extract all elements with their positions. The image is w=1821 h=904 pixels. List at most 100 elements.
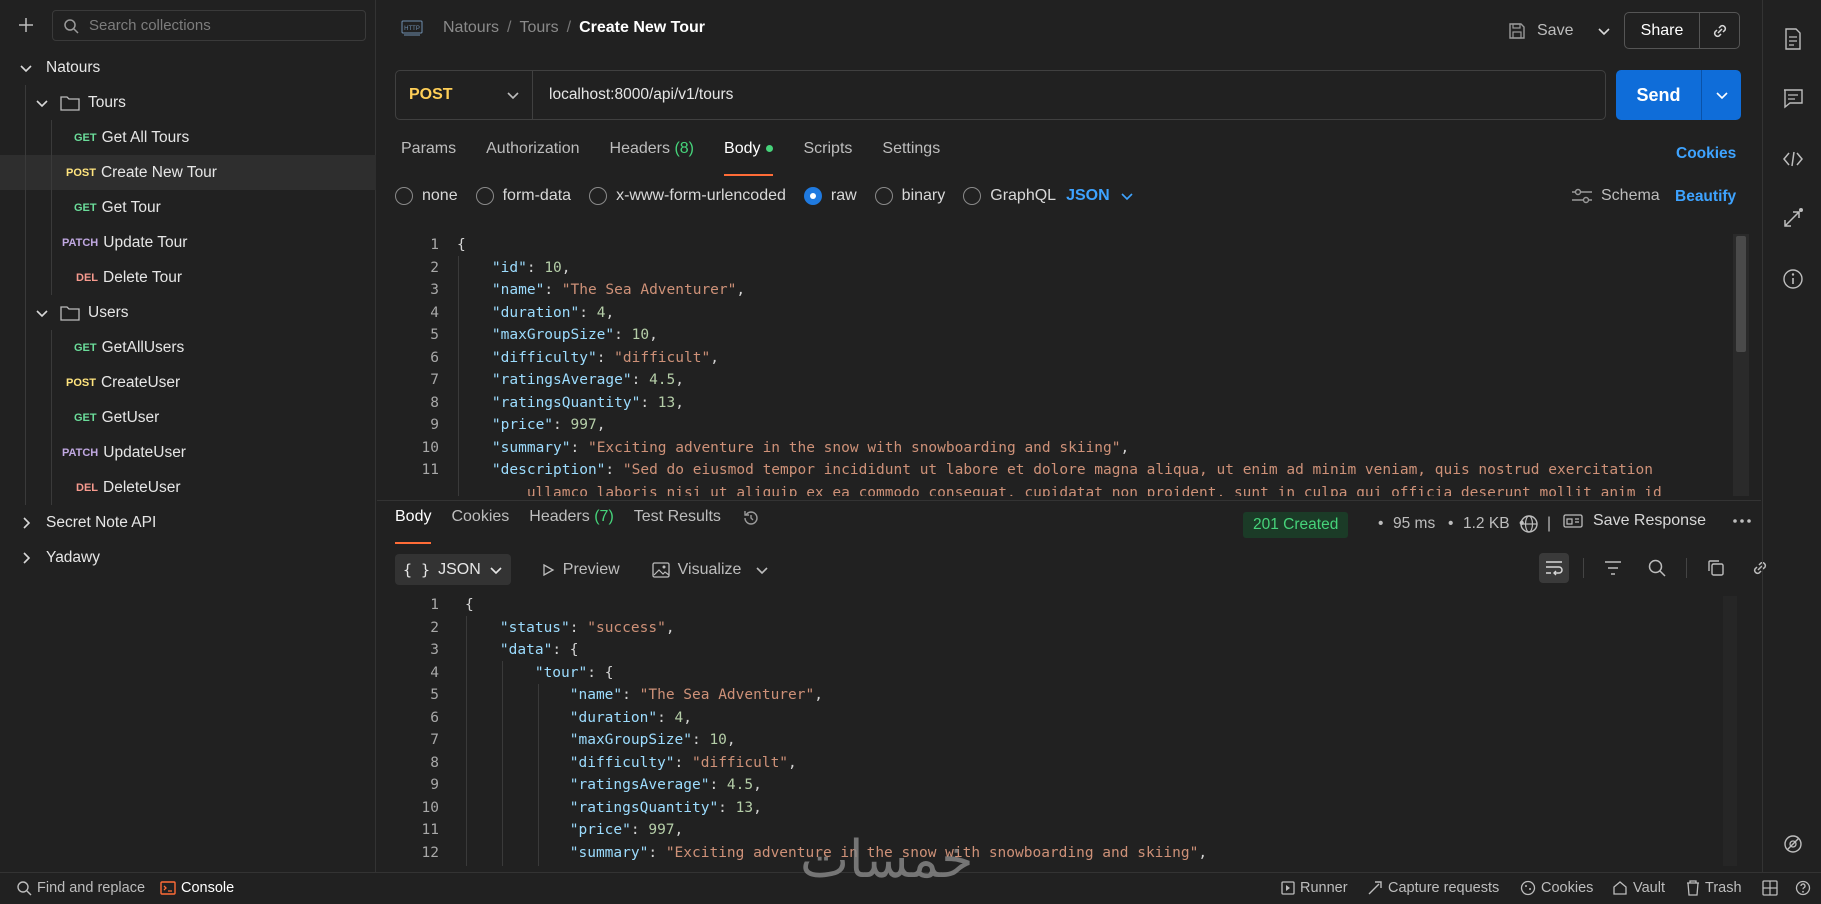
chevron[interactable] [18, 550, 34, 566]
request-item[interactable]: DEL Delete Tour [0, 260, 376, 295]
body-mode-form-data[interactable]: form-data [475, 187, 571, 205]
radio[interactable] [963, 187, 982, 205]
braces-icon: { } [403, 560, 431, 579]
schema-button[interactable]: Schema [1571, 187, 1660, 205]
find-replace-button[interactable]: Find and replace [16, 880, 145, 896]
filter-button[interactable] [1598, 553, 1628, 583]
chevron[interactable] [34, 95, 50, 111]
body-mode-raw[interactable]: raw [803, 187, 857, 205]
layout-button[interactable] [1762, 880, 1778, 896]
request-item[interactable]: PATCH Update Tour [0, 225, 376, 260]
visualize-button[interactable]: Visualize [652, 561, 741, 579]
code-token: , [665, 619, 675, 636]
request-title[interactable]: Create New Tour [579, 19, 705, 37]
collection-item[interactable]: Yadawy [0, 540, 376, 575]
chevron-down-icon[interactable] [755, 563, 769, 577]
response-scrollbar[interactable] [1723, 596, 1737, 866]
breadcrumb-collection[interactable]: Natours [443, 19, 499, 37]
request-item[interactable]: PATCH UpdateUser [0, 435, 376, 470]
more-icon[interactable] [1732, 518, 1752, 524]
wrap-lines-button[interactable] [1539, 553, 1569, 583]
request-item[interactable]: DEL DeleteUser [0, 470, 376, 505]
response-format-select[interactable]: { } JSON [395, 554, 511, 585]
response-body-viewer[interactable]: 1 2 3 4 5 6 7 8 9 10 11 12{ "status": "success", "d… [387, 594, 1749, 866]
request-item[interactable]: GET Get All Tours [0, 120, 376, 155]
help-button[interactable] [1795, 880, 1811, 896]
search-collections-input[interactable]: Search collections [52, 10, 366, 41]
code-token: "ratingsQuantity" [569, 799, 719, 816]
vault-button[interactable]: Vault [1612, 880, 1665, 896]
chevron[interactable] [18, 60, 34, 76]
body-mode-graphql[interactable]: GraphQL [963, 187, 1056, 205]
radio[interactable] [874, 187, 893, 205]
tab-scripts[interactable]: Scripts [803, 140, 852, 176]
preview-button[interactable]: Preview [541, 561, 620, 579]
search-response-button[interactable] [1642, 553, 1672, 583]
tab-authorization[interactable]: Authorization [486, 140, 579, 176]
body-mode-binary[interactable]: binary [874, 187, 945, 205]
scrollbar-thumb[interactable] [1736, 236, 1746, 352]
radio-selected[interactable] [803, 187, 822, 205]
related-collections-button[interactable] [1781, 206, 1805, 230]
radio[interactable] [589, 187, 608, 205]
save-button[interactable]: Save [1507, 14, 1611, 48]
comments-button[interactable] [1781, 86, 1805, 110]
info-button[interactable] [1781, 267, 1805, 291]
body-format-select[interactable]: JSON [1066, 187, 1134, 205]
trash-button[interactable]: Trash [1686, 880, 1742, 896]
send-options-button[interactable] [1702, 88, 1741, 102]
response-tab-cookies[interactable]: Cookies [451, 508, 509, 544]
collection-item[interactable]: Secret Note API [0, 505, 376, 540]
collection-label: Yadawy [46, 548, 100, 566]
response-tab-headers[interactable]: Headers (7) [529, 508, 614, 544]
tab-headers[interactable]: Headers (8) [610, 140, 695, 176]
method-select[interactable]: POST [396, 71, 533, 119]
chevron[interactable] [34, 305, 50, 321]
body-mode-none[interactable]: none [395, 187, 458, 205]
request-item[interactable]: GET GetUser [0, 400, 376, 435]
code-snippet-button[interactable] [1781, 147, 1805, 171]
chevron-down-icon[interactable] [1597, 24, 1611, 38]
cookies-link[interactable]: Cookies [1676, 145, 1736, 163]
network-button[interactable] [1518, 513, 1540, 535]
history-button[interactable] [741, 508, 761, 544]
request-item[interactable]: POST Create New Tour [0, 155, 376, 190]
breadcrumb-folder[interactable]: Tours [519, 19, 558, 37]
request-item[interactable]: GET GetAllUsers [0, 330, 376, 365]
documentation-button[interactable] [1781, 27, 1805, 51]
send-button[interactable]: Send [1616, 70, 1702, 120]
tab-settings[interactable]: Settings [882, 140, 940, 176]
runner-button[interactable]: Runner [1281, 880, 1348, 896]
folder-item[interactable]: Tours [0, 85, 376, 120]
tab-params[interactable]: Params [401, 140, 456, 176]
body-mode-urlencoded[interactable]: x-www-form-urlencoded [589, 187, 786, 205]
tab-body[interactable]: Body [724, 140, 774, 176]
save-response-button[interactable]: Save Response [1563, 512, 1752, 530]
console-button[interactable]: Console [160, 880, 234, 896]
tree-guide [25, 435, 26, 470]
cookies-button[interactable]: Cookies [1520, 880, 1593, 896]
folder-item[interactable]: Users [0, 295, 376, 330]
save-response-label: Save Response [1593, 512, 1706, 529]
capture-requests-button[interactable]: Capture requests [1367, 880, 1499, 896]
radio[interactable] [475, 187, 494, 205]
beautify-button[interactable]: Beautify [1675, 188, 1736, 206]
chevron[interactable] [18, 515, 34, 531]
request-item[interactable]: GET Get Tour [0, 190, 376, 225]
copy-link-button[interactable] [1700, 21, 1739, 41]
copy-button[interactable] [1701, 553, 1731, 583]
response-tab-body[interactable]: Body [395, 508, 432, 544]
radio[interactable] [395, 187, 413, 205]
response-time[interactable]: 95 ms [1393, 515, 1435, 533]
request-body-editor[interactable]: 1 2 3 4 5 6 7 8 9 10 11 { "id": 10, "name": "The Se… [387, 234, 1749, 496]
share-button[interactable]: Share [1625, 13, 1700, 48]
collection-item[interactable]: Natours [0, 50, 376, 85]
editor-scrollbar[interactable] [1733, 234, 1749, 496]
request-item[interactable]: POST CreateUser [0, 365, 376, 400]
url-input[interactable]: localhost:8000/api/v1/tours [533, 86, 733, 104]
status-badge[interactable]: 201 Created [1243, 512, 1349, 538]
theme-button[interactable] [1781, 832, 1805, 856]
response-size[interactable]: 1.2 KB [1463, 515, 1510, 533]
response-tab-test-results[interactable]: Test Results [634, 508, 721, 544]
new-button[interactable] [0, 0, 52, 50]
